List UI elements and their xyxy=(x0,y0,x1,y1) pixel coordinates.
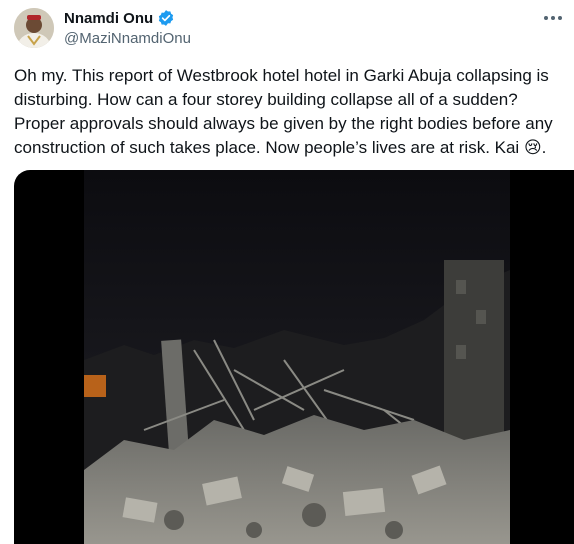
more-options-icon[interactable] xyxy=(536,6,570,30)
name-row: Nnamdi Onu xyxy=(64,8,191,28)
tweet-trailing: . xyxy=(541,138,547,157)
verified-badge-icon xyxy=(157,9,175,27)
tweet-text: Oh my. This report of Westbrook hotel ho… xyxy=(14,64,570,160)
author-block: Nnamdi Onu @MaziNnamdiOnu xyxy=(64,8,191,48)
avatar[interactable] xyxy=(14,8,54,48)
handle[interactable]: @MaziNnamdiOnu xyxy=(64,30,191,47)
tweet-body: Oh my. This report of Westbrook hotel ho… xyxy=(14,66,553,157)
tweet-card: Nnamdi Onu @MaziNnamdiOnu Oh my. This re… xyxy=(0,0,574,544)
crying-face-emoji-icon: 😢 xyxy=(523,138,542,158)
display-name[interactable]: Nnamdi Onu xyxy=(64,10,153,27)
video-frame xyxy=(84,170,510,544)
video-media[interactable] xyxy=(14,170,574,544)
